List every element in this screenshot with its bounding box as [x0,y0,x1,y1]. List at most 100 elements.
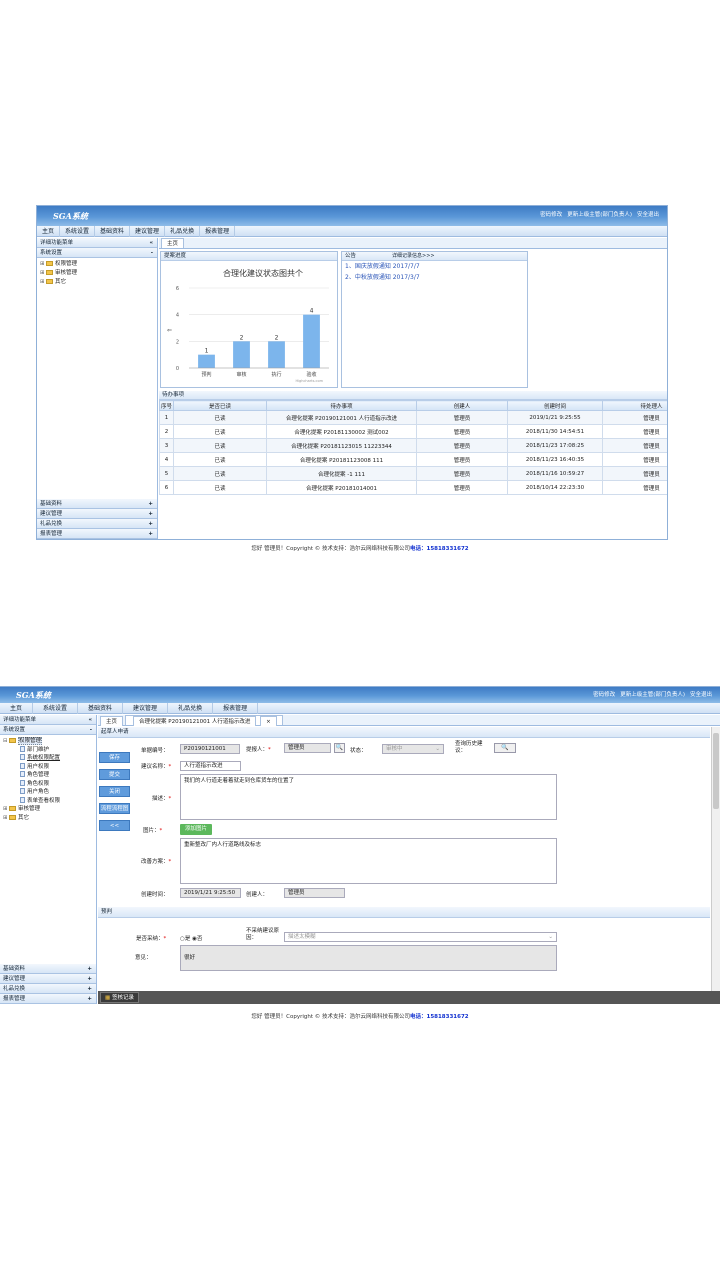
collapse-icon[interactable]: « [88,715,92,725]
group-system-settings[interactable]: 系统设置 - [37,248,157,258]
tree-leaf-system-permissions[interactable]: 系统权限配置 [3,754,93,763]
folder-icon [46,261,53,266]
collapse-buttons[interactable]: << [99,820,130,831]
group-suggestions[interactable]: 建议管理 + [0,974,96,984]
menu-home[interactable]: 主页 [37,226,61,237]
notice-panel: 公告 详细记录信息>>> 1、国庆放假通知 2017/7/7 2、中秋放假通知 2… [341,251,528,388]
page-icon [20,796,25,803]
group-suggestions[interactable]: 建议管理 + [37,509,157,519]
menu-system[interactable]: 系统设置 [60,226,96,237]
submit-button[interactable]: 提交 [99,769,130,780]
group-basic[interactable]: 基础资料 + [0,964,96,974]
menu-home[interactable]: 主页 [0,703,34,714]
page-icon [20,762,25,769]
tab-home[interactable]: 主页 [161,238,185,248]
vertical-scrollbar[interactable] [711,727,720,992]
change-password-link[interactable]: 密码修改 [593,692,615,698]
tree-node-other[interactable]: ⊞ 其它 [40,278,154,287]
notice-item[interactable]: 1、国庆放假通知 2017/7/7 [342,261,527,272]
menu-suggestions[interactable]: 建议管理 [130,226,166,237]
adopt-radio-group[interactable]: ○是 ◉否 [180,934,202,942]
app-logo: SGA系统 [16,690,51,700]
collapse-icon[interactable]: « [149,238,153,248]
table-row[interactable]: 3 已读 合理化提案 P20181123015 11223344 管理员 2018/11… [159,438,667,453]
name-input[interactable]: 人行道指示改进 [180,761,241,771]
log-icon: ▦ [105,995,111,1001]
top-links: 密码修改 更新上级主管(部门负责人) 安全退出 [588,690,712,698]
image-label: 图片：* [143,828,163,834]
x-tick-label: 预判 [201,371,211,378]
tree-node-review[interactable]: ⊞ 审核管理 [40,269,154,278]
section-drafter: 起草人申请 [98,727,710,738]
tree-leaf-form-view-permissions[interactable]: 表单查看权限 [3,796,93,806]
x-tick-label: 审核 [236,371,246,378]
table-row[interactable]: 4 已读 合理化提案 P20181123008 111 管理员 2018/11/23 1… [159,452,667,467]
notice-more-link[interactable]: 详细记录信息>>> [392,253,435,259]
todo-panel: 待办事项 序号 是否已读 待办事项 创建人 创建时间 待处理人 1 已读 合理化提案 P201… [159,391,667,539]
tree-leaf-role-permissions[interactable]: 角色权限 [3,779,93,789]
form-area: 起草人申请 保存 提交 关闭 流程流程图 << 单据编号： P201901210… [98,727,710,992]
search-icon[interactable]: 🔍 [334,743,345,753]
bar [198,354,215,368]
status-label: 状态： [350,748,367,754]
desc-textarea[interactable]: 我们的人行道走着着就走到仓库货车的位置了 [180,774,557,820]
tree-leaf-role-management[interactable]: 角色管理 [3,771,93,780]
tree-leaf-user-roles[interactable]: 用户角色 [3,788,93,797]
update-supervisor-link[interactable]: 更新上级主管(部门负责人) [567,212,632,218]
sidebar-title: 详细功能菜单 « [0,715,96,725]
data-label: 2 [275,334,279,341]
menu-reports[interactable]: 报表管理 [213,703,259,714]
menu-suggestions[interactable]: 建议管理 [123,703,169,714]
group-gifts[interactable]: 礼品兑换 + [37,519,157,529]
tree-node-other[interactable]: ⊞ 其它 [3,814,93,823]
main-menu: 主页 系统设置 基础资料 建议管理 礼品兑换 报表管理 [0,703,720,714]
sign-log-button[interactable]: ▦ 签核记录 [100,992,139,1003]
tree-node-permissions[interactable]: ⊞ 权限管理 [40,260,154,269]
tab-home[interactable]: 主页 [100,716,124,726]
group-reports[interactable]: 报表管理 + [37,529,157,539]
menu-system[interactable]: 系统设置 [33,703,79,714]
tree-node-review[interactable]: ⊞ 审核管理 [3,805,93,814]
menu-gifts[interactable]: 礼品兑换 [165,226,201,237]
close-tab-icon[interactable]: × [260,716,277,726]
history-search-icon[interactable]: 🔍 [494,743,516,753]
chart-title: 合理化建议状态图共个 [223,268,303,278]
menu-reports[interactable]: 报表管理 [200,226,236,237]
notice-item[interactable]: 2、中秋放假通知 2017/3/7 [342,272,527,283]
group-basic[interactable]: 基础资料 + [37,499,157,509]
table-row[interactable]: 6 已读 合理化提案 P20181014001 管理员 2018/10/14 22:23… [159,480,667,495]
chart-credit: Highcharts.com [295,379,323,383]
sidebar: 详细功能菜单 « 系统设置 - ⊞ 权限管理 ⊞ 审核管理 ⊞ 其它 基础资料 + 建议管理… [37,238,158,539]
reason-select[interactable]: 描述太模糊 ⌄ [284,932,557,942]
tree-node-permissions[interactable]: ⊟ 权限管理 [3,737,93,746]
logout-link[interactable]: 安全退出 [637,212,659,218]
table-row[interactable]: 1 已读 合理化提案 P20190121001 人行道指示改进 管理员 2019/1/2… [159,410,667,425]
update-supervisor-link[interactable]: 更新上级主管(部门负责人) [620,692,685,698]
menu-basic[interactable]: 基础资料 [95,226,131,237]
group-gifts[interactable]: 礼品兑换 + [0,984,96,994]
folder-icon [46,270,53,275]
scrollbar-thumb[interactable] [713,733,719,809]
group-system-settings[interactable]: 系统设置 - [0,725,96,735]
table-row[interactable]: 5 已读 合理化提案 -1 111 管理员 2018/11/16 10:59:27 管理员 [159,466,667,481]
group-reports[interactable]: 报表管理 + [0,994,96,1004]
creator-field: 管理员 [284,888,345,898]
x-tick-label: 验收 [306,371,316,378]
opinion-field: 很好 [180,945,557,971]
save-button[interactable]: 保存 [99,752,130,763]
plan-textarea[interactable]: 重新整改厂内人行道路线及标志 [180,838,557,884]
menu-basic[interactable]: 基础资料 [78,703,124,714]
tree-leaf-user-permissions[interactable]: 用户权限 [3,762,93,772]
add-image-button[interactable]: 添加图片 [180,824,212,835]
logout-link[interactable]: 安全退出 [690,692,712,698]
table-row[interactable]: 2 已读 合理化提案 P20181130002 测试002 管理员 2018/11/30… [159,424,667,439]
change-password-link[interactable]: 密码修改 [540,212,562,218]
main-area: 主页 提案进度 合理化建议状态图共个 0 2 4 6 ⇐ 1 预判 2 审核 2 执行 4 验收 Highc… [159,238,667,539]
flowchart-button[interactable]: 流程流程图 [99,803,130,814]
close-button[interactable]: 关闭 [99,786,130,797]
tree-leaf-departments[interactable]: 部门维护 [3,745,93,755]
data-label: 2 [240,334,244,341]
tab-proposal[interactable]: 合理化提案 P20190121001 人行道指示改进 × [125,715,283,726]
menu-gifts[interactable]: 礼品兑换 [168,703,214,714]
creator-label: 创建人： [246,892,269,898]
